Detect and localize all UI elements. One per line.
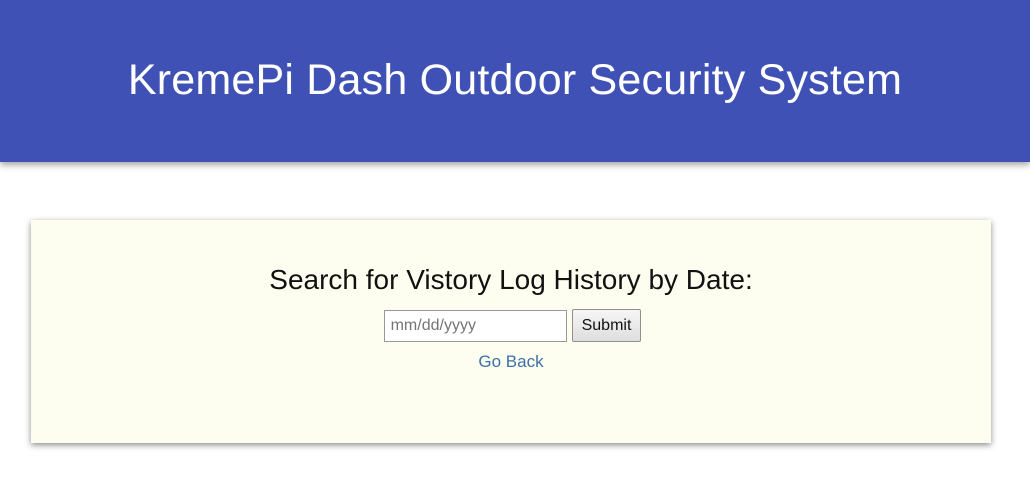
search-form: Submit — [31, 309, 991, 342]
search-heading: Search for Vistory Log History by Date: — [269, 264, 753, 295]
date-input[interactable] — [383, 309, 567, 342]
search-card: Search for Vistory Log History by Date: … — [31, 220, 991, 443]
page-header: KremePi Dash Outdoor Security System — [0, 0, 1030, 162]
page-title: KremePi Dash Outdoor Security System — [127, 55, 903, 104]
submit-button[interactable]: Submit — [571, 309, 642, 342]
go-back-row: Go Back — [31, 352, 991, 372]
go-back-link[interactable]: Go Back — [478, 352, 543, 371]
